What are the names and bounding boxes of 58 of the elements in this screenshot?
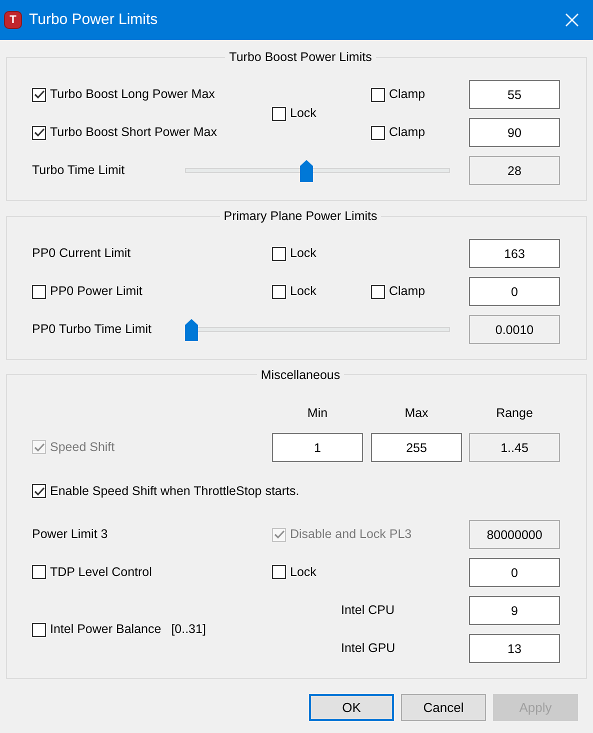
checkbox-label[interactable]: TDP Level Control xyxy=(50,562,152,582)
value-field[interactable]: 163 xyxy=(469,239,560,268)
window-title: Turbo Power Limits xyxy=(29,10,158,30)
checkbox[interactable] xyxy=(371,126,385,140)
checkbox[interactable] xyxy=(32,565,46,580)
column-header: Range xyxy=(496,404,533,422)
checkbox[interactable] xyxy=(272,246,286,260)
value-field[interactable]: 0.0010 xyxy=(469,315,560,344)
app-icon: T xyxy=(4,11,22,29)
checkbox[interactable] xyxy=(32,88,46,102)
checkbox-label[interactable]: Clamp xyxy=(389,85,426,104)
value-field[interactable]: 28 xyxy=(469,156,560,186)
checkbox-label[interactable]: Turbo Boost Long Power Max xyxy=(50,85,215,104)
checkbox-label[interactable]: Lock xyxy=(290,104,316,124)
checkbox[interactable] xyxy=(32,284,46,298)
checkbox[interactable] xyxy=(371,284,385,298)
checkbox-label[interactable]: Intel Power Balance xyxy=(50,620,162,640)
field-label: Intel GPU xyxy=(341,640,396,658)
checkbox-label[interactable]: Lock xyxy=(290,562,316,582)
checkbox-label[interactable]: Lock xyxy=(290,282,316,301)
slider-label: PP0 Turbo Time Limit xyxy=(32,321,152,338)
slider-label: Turbo Time Limit xyxy=(32,162,126,180)
value-field[interactable]: 55 xyxy=(469,80,560,110)
checkbox-label[interactable]: Turbo Boost Short Power Max xyxy=(50,123,217,142)
group-title: Miscellaneous xyxy=(260,366,342,384)
value-field[interactable]: 90 xyxy=(469,118,560,148)
checkbox-label[interactable]: Lock xyxy=(290,244,316,263)
value-field[interactable]: 80000000 xyxy=(469,520,560,550)
value-field[interactable]: 13 xyxy=(469,634,560,664)
checkbox-label[interactable]: Clamp xyxy=(389,282,426,301)
range-hint: [0..31] xyxy=(171,621,206,638)
column-header: Max xyxy=(404,404,428,422)
checkbox-label[interactable]: Clamp xyxy=(389,123,426,142)
group-title: Turbo Boost Power Limits xyxy=(228,49,373,66)
checkbox[interactable] xyxy=(272,284,286,298)
dialog-button[interactable]: Cancel xyxy=(401,694,486,722)
group-title: Primary Plane Power Limits xyxy=(222,208,378,225)
checkbox[interactable] xyxy=(32,126,46,140)
field-label: Intel CPU xyxy=(341,602,394,619)
value-field[interactable]: 0 xyxy=(469,558,560,587)
checkbox[interactable] xyxy=(371,88,385,102)
field-label: Power Limit 3 xyxy=(32,526,108,544)
slider-thumb[interactable] xyxy=(300,160,313,182)
close-icon[interactable] xyxy=(565,13,579,27)
checkbox[interactable] xyxy=(272,565,286,580)
value-field[interactable]: 0 xyxy=(469,277,560,306)
column-header: Min xyxy=(307,404,328,422)
slider-track[interactable] xyxy=(185,318,450,340)
checkbox[interactable] xyxy=(32,622,46,637)
checkbox-label[interactable]: PP0 Power Limit xyxy=(50,282,142,301)
checkbox-label[interactable]: Enable Speed Shift when ThrottleStop starts. xyxy=(50,482,300,501)
checkbox[interactable] xyxy=(272,106,286,121)
slider-thumb[interactable] xyxy=(185,318,198,340)
field-label: PP0 Current Limit xyxy=(32,245,131,262)
dialog-button[interactable]: OK xyxy=(309,694,394,722)
checkbox[interactable] xyxy=(32,484,46,498)
value-field[interactable]: 9 xyxy=(469,596,560,625)
slider-track[interactable] xyxy=(185,160,450,182)
